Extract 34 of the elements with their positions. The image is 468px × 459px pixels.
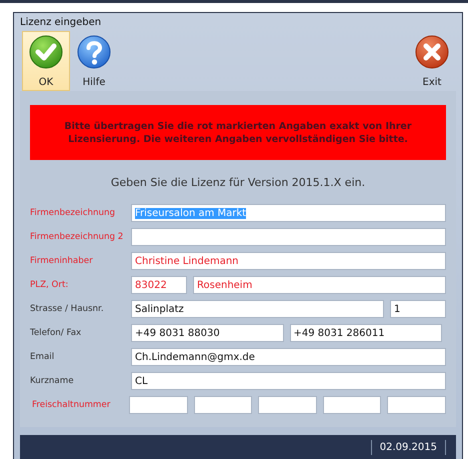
- field-label: Freischaltnummer: [31, 400, 112, 410]
- field-label: Firmenbezeichnung 2: [30, 232, 124, 242]
- field-label: Firmenbezeichnung: [30, 208, 116, 218]
- status-date: 02.09.2015: [370, 440, 446, 454]
- check-icon: [29, 35, 63, 69]
- input-field[interactable]: Christine Lindemann: [131, 252, 446, 270]
- input-field[interactable]: [387, 396, 446, 414]
- field-label: Kurzname: [30, 376, 75, 386]
- help-icon: [77, 35, 111, 69]
- field-label: Firmeninhaber: [30, 256, 94, 266]
- input-field[interactable]: Ch.Lindemann@gmx.de: [131, 348, 446, 366]
- input-field[interactable]: Rosenheim: [193, 276, 446, 294]
- input-field[interactable]: Salinplatz: [131, 300, 384, 318]
- window-title: Lizenz eingeben: [19, 16, 102, 30]
- input-field[interactable]: 83022: [131, 276, 187, 294]
- input-field[interactable]: 1: [390, 300, 446, 318]
- field-label: Telefon/ Fax: [30, 328, 82, 338]
- input-field[interactable]: +49 8031 286011: [290, 324, 442, 342]
- input-field[interactable]: [129, 396, 188, 414]
- toolbar-button[interactable]: Exit: [408, 31, 456, 91]
- input-field[interactable]: [131, 228, 446, 246]
- toolbar-button[interactable]: Hilfe: [70, 31, 118, 91]
- prompt-text: Geben Sie die Lizenz für Version 2015.1.X ein.: [110, 176, 366, 189]
- toolbar-button[interactable]: OK: [22, 31, 70, 91]
- close-icon: [415, 35, 449, 69]
- warning-banner: Bitte übertragen Sie die rot markierten Angaben exakt von Ihrer Lizensierung. Die weiteren Angaben vervollständigen Sie bitte.: [30, 105, 446, 160]
- field-label: Email: [30, 352, 56, 362]
- field-label: Strasse / Hausnr.: [30, 304, 105, 314]
- field-label: PLZ, Ort:: [30, 280, 70, 290]
- input-field[interactable]: [258, 396, 317, 414]
- input-field[interactable]: +49 8031 88030: [131, 324, 284, 342]
- input-field[interactable]: CL: [131, 372, 446, 390]
- input-field[interactable]: [322, 396, 382, 414]
- input-field[interactable]: [194, 396, 252, 414]
